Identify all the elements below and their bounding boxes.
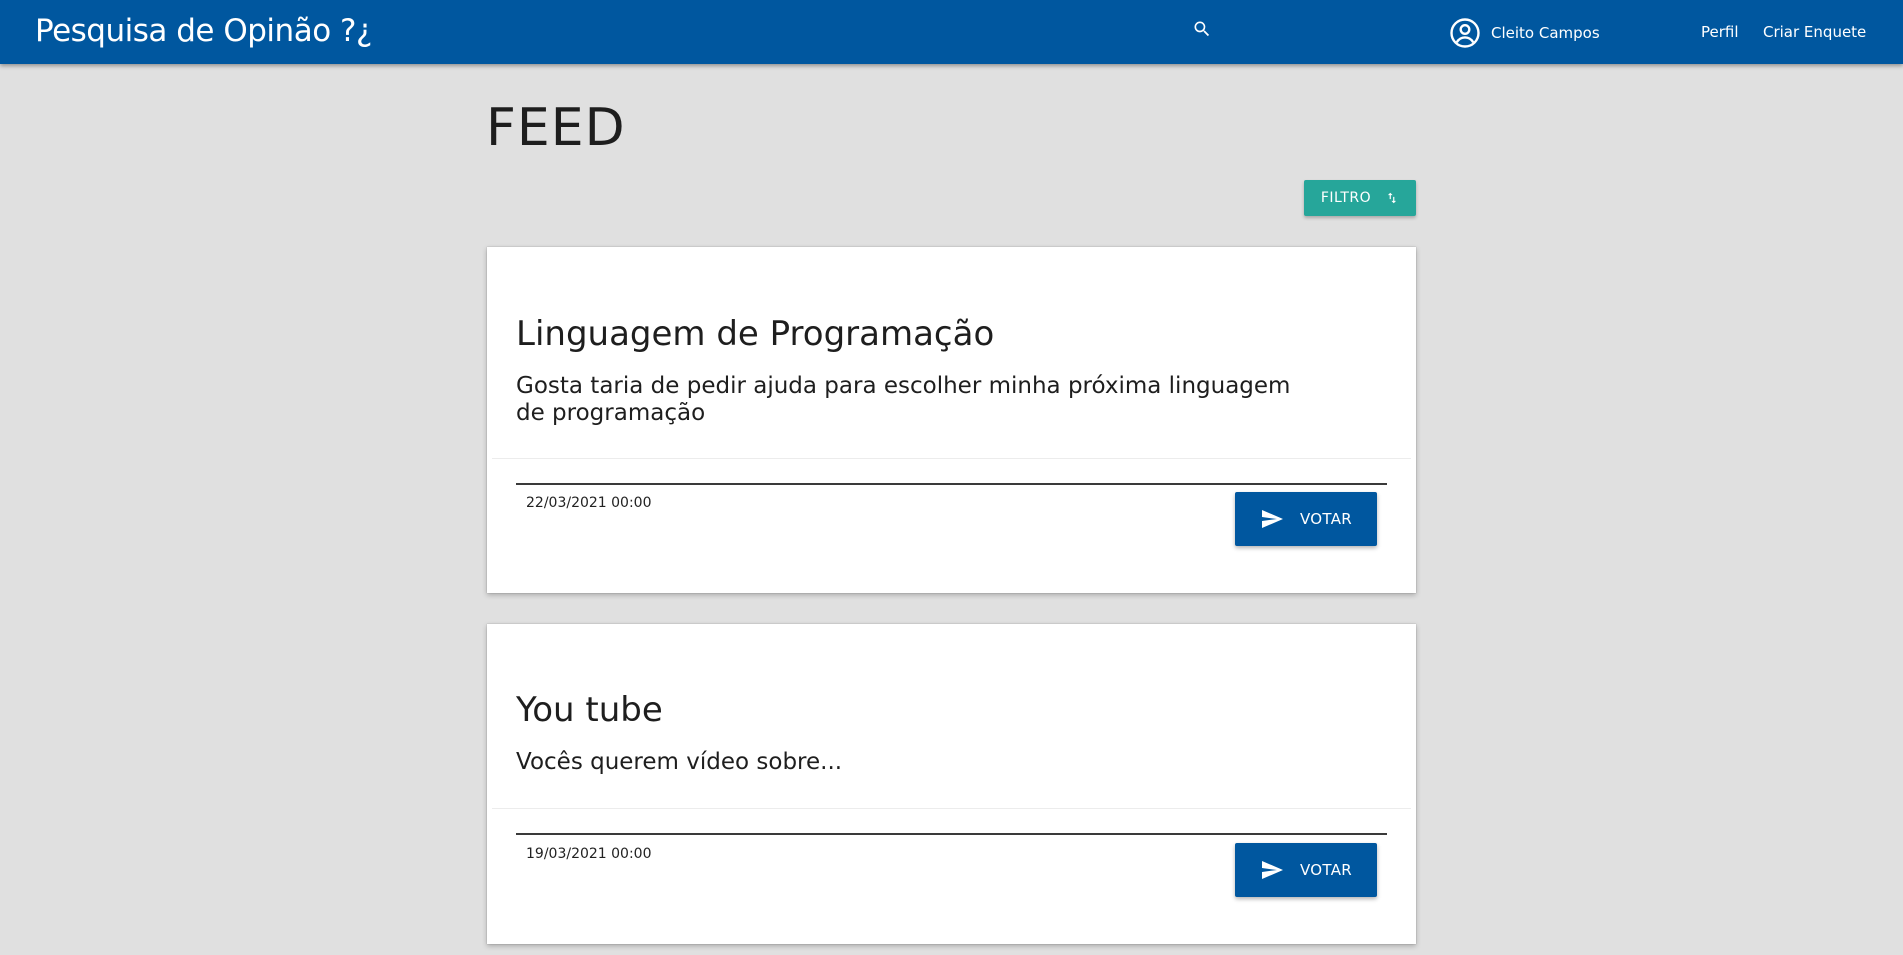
poll-card: Linguagem de Programação Gosta taria de … <box>487 247 1416 593</box>
user-name: Cleito Campos <box>1491 24 1600 42</box>
user-menu[interactable]: Cleito Campos <box>1449 17 1600 49</box>
poll-title: Linguagem de Programação <box>516 314 995 354</box>
app-title[interactable]: Pesquisa de Opinão ?¿ <box>35 13 372 49</box>
nav-criar-enquete-link[interactable]: Criar Enquete <box>1763 23 1866 41</box>
sort-icon <box>1385 191 1399 205</box>
card-underline <box>516 833 1387 835</box>
send-icon <box>1260 507 1284 531</box>
vote-button[interactable]: VOTAR <box>1235 492 1377 546</box>
card-divider <box>492 458 1411 459</box>
app-bar: Pesquisa de Opinão ?¿ Cleito Campos Perf… <box>0 0 1903 64</box>
poll-date: 19/03/2021 00:00 <box>526 846 652 862</box>
filter-button[interactable]: FILTRO <box>1304 180 1416 216</box>
filter-label: FILTRO <box>1320 190 1372 206</box>
vote-button[interactable]: VOTAR <box>1235 843 1377 897</box>
page-title: FEED <box>486 98 626 158</box>
vote-label: VOTAR <box>1300 861 1352 879</box>
nav-perfil-link[interactable]: Perfil <box>1701 23 1739 41</box>
search-icon <box>1192 19 1212 43</box>
send-icon <box>1260 858 1284 882</box>
vote-label: VOTAR <box>1300 510 1352 528</box>
poll-date: 22/03/2021 00:00 <box>526 495 652 511</box>
poll-description: Vocês querem vídeo sobre... <box>516 749 843 775</box>
poll-title: You tube <box>516 690 663 730</box>
card-divider <box>492 808 1411 809</box>
search-button[interactable] <box>1190 18 1214 44</box>
poll-card: You tube Vocês querem vídeo sobre... 19/… <box>487 624 1416 944</box>
poll-description: Gosta taria de pedir ajuda para escolher… <box>516 373 1291 426</box>
account-circle-icon <box>1449 17 1481 49</box>
card-underline <box>516 483 1387 485</box>
